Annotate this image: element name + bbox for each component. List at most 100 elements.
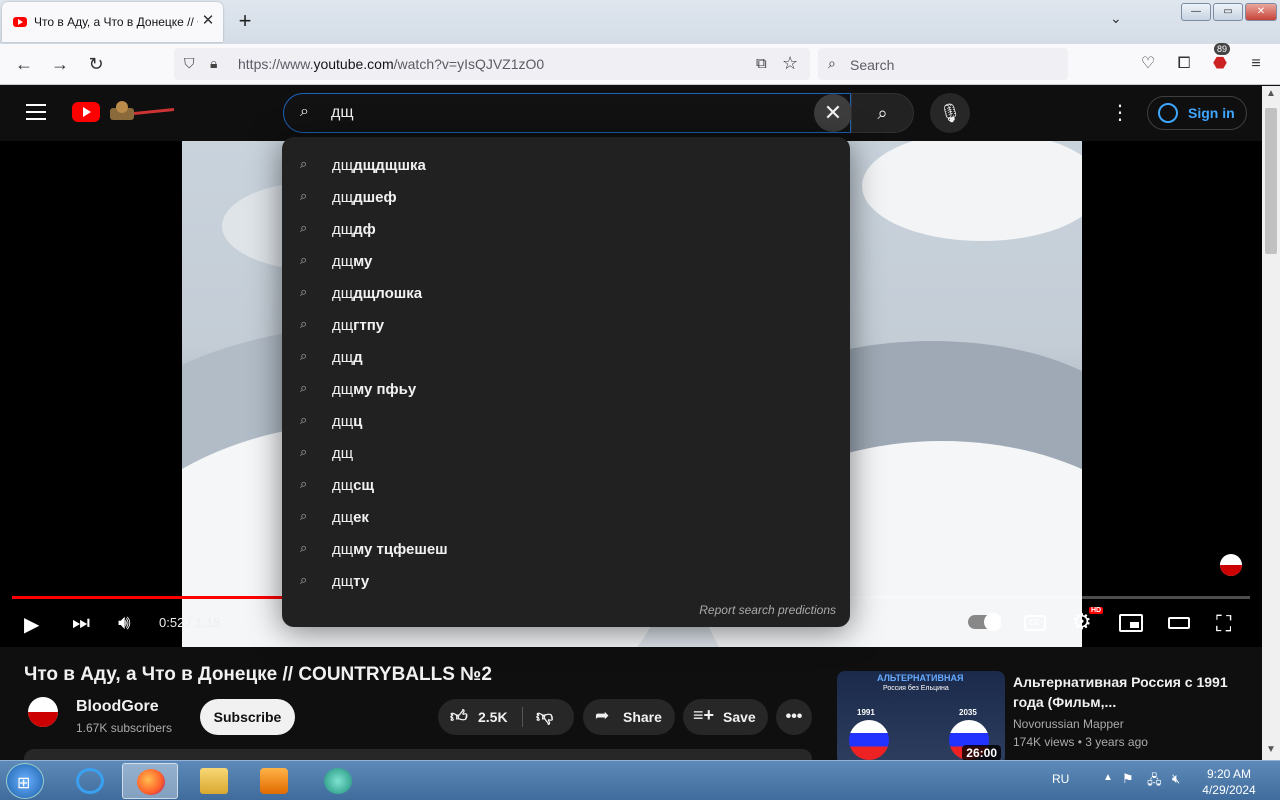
network-icon[interactable]: 🖧︎ — [1147, 771, 1162, 793]
scroll-up-arrow-icon[interactable]: ▲ — [1266, 88, 1276, 99]
share-button[interactable]: ➦ Share — [583, 699, 675, 735]
list-all-tabs-icon[interactable]: ⌄ — [1110, 10, 1122, 27]
channel-avatar[interactable] — [28, 697, 58, 727]
window-maximize-button[interactable]: ▭ — [1213, 3, 1243, 21]
voice-search-mic-icon[interactable]: 🎙︎ — [930, 93, 970, 133]
channel-watermark-icon[interactable] — [1220, 554, 1242, 576]
reload-icon[interactable]: ↻ — [85, 53, 107, 75]
url-text[interactable]: https://www.youtube.com/watch?v=yIsQJVZ1… — [238, 56, 544, 72]
search-suggestion-item[interactable]: ⌕ дщ — [282, 437, 850, 469]
description-box[interactable] — [24, 749, 812, 760]
volume-muted-icon[interactable]: 🔇︎ — [1172, 771, 1180, 787]
settings-more-icon[interactable]: ⋮ — [1110, 100, 1130, 125]
new-tab-button[interactable]: + — [234, 8, 256, 34]
search-suggestion-item[interactable]: ⌕ дщму пфьу — [282, 373, 850, 405]
search-box[interactable]: ⌕ дщ ✕ — [283, 93, 852, 133]
clock-time[interactable]: 9:20 AM — [1196, 767, 1262, 781]
recommended-video-thumbnail[interactable]: АЛЬТЕРНАТИВНАЯ Россия без Ельцина 1991 2… — [837, 671, 1005, 760]
address-bar[interactable]: ⛉ 🔒︎ https://www.youtube.com/watch?v=yIs… — [174, 48, 810, 80]
search-suggestion-item[interactable]: ⌕ дщсщ — [282, 469, 850, 501]
search-button[interactable]: ⌕ — [851, 93, 914, 133]
save-button[interactable]: ≡+ Save — [683, 699, 768, 735]
thumbs-up-icon[interactable]: 👍︎ — [450, 706, 468, 727]
window-minimize-button[interactable]: — — [1181, 3, 1211, 21]
play-icon[interactable]: ▶ — [24, 612, 39, 637]
next-video-icon[interactable]: ⏭︎ — [72, 612, 90, 635]
browser-search-bar[interactable]: ⌕ Search — [818, 48, 1068, 80]
subscribe-button[interactable]: Subscribe — [200, 699, 295, 735]
volume-icon[interactable]: 🔊︎ — [118, 612, 131, 635]
shield-icon[interactable]: ⛉ — [184, 55, 195, 72]
search-suggestion-item[interactable]: ⌕ дщдщдщшка — [282, 149, 850, 181]
report-search-predictions-link[interactable]: Report search predictions — [282, 603, 836, 617]
search-suggestion-item[interactable]: ⌕ дщд — [282, 341, 850, 373]
search-suggestion-item[interactable]: ⌕ дщдф — [282, 213, 850, 245]
suggestion-completion: гтпу — [353, 317, 385, 334]
suggestion-prefix: дщ — [332, 573, 354, 590]
scroll-down-arrow-icon[interactable]: ▼ — [1266, 744, 1276, 755]
thumbs-down-icon[interactable]: 👎︎ — [536, 706, 553, 727]
suggestion-text: дщдф — [332, 221, 376, 238]
like-count[interactable]: 2.5K — [478, 709, 508, 725]
recommended-video-title[interactable]: Альтернативная Россия с 1991 года (Фильм… — [1013, 672, 1233, 712]
channel-name[interactable]: BloodGore — [76, 698, 159, 716]
suggestion-prefix: дщ — [332, 157, 354, 174]
keyboard-language-indicator[interactable]: RU — [1052, 772, 1069, 786]
start-button[interactable]: ⊞ — [6, 763, 44, 799]
window-close-button[interactable]: ✕ — [1245, 3, 1277, 21]
forward-arrow-icon[interactable]: → — [49, 53, 71, 75]
search-suggestion-item[interactable]: ⌕ дщдшеф — [282, 181, 850, 213]
suggestion-text: дщдшеф — [332, 189, 397, 206]
taskbar-internet-explorer[interactable] — [62, 763, 118, 799]
theater-mode-icon[interactable] — [1168, 617, 1190, 629]
subtitles-cc-icon[interactable]: CC — [1024, 615, 1046, 631]
folder-icon — [200, 768, 228, 794]
search-input[interactable]: дщ — [331, 104, 354, 122]
youtube-logo-icon[interactable] — [72, 102, 100, 122]
recommended-video-channel[interactable]: Novorussian Mapper — [1013, 717, 1124, 731]
adblock-icon[interactable]: ⬣ — [1209, 53, 1231, 75]
youtube-doodle-icon[interactable] — [104, 100, 174, 124]
browser-tab-active[interactable]: Что в Аду, а Что в Донецке // COUNTRYBAL… — [2, 2, 223, 42]
star-icon[interactable]: ☆ — [782, 53, 798, 74]
tab-close-icon[interactable]: ✕ — [200, 11, 216, 29]
video-title: Что в Аду, а Что в Донецке // COUNTRYBAL… — [24, 664, 492, 685]
search-suggestion-item[interactable]: ⌕ дщту — [282, 565, 850, 597]
pip-icon[interactable]: ⧉ — [756, 55, 767, 72]
search-suggestion-item[interactable]: ⌕ дщц — [282, 405, 850, 437]
search-suggestion-item[interactable]: ⌕ дщму тцфешеш — [282, 533, 850, 565]
action-center-flag-icon[interactable]: ⚑ — [1122, 771, 1134, 787]
url-prefix: https://www. — [238, 56, 314, 72]
suggestion-search-icon: ⌕ — [300, 284, 308, 299]
hamburger-menu-icon[interactable]: ≡ — [1245, 53, 1267, 75]
fullscreen-icon[interactable]: ⛶ — [1216, 611, 1231, 637]
search-suggestion-item[interactable]: ⌕ дщгтпу — [282, 309, 850, 341]
taskbar-file-explorer[interactable] — [186, 763, 242, 799]
internet-explorer-icon — [76, 768, 104, 794]
clock-date[interactable]: 4/29/2024 — [1196, 783, 1262, 797]
search-suggestion-item[interactable]: ⌕ дщдщлошка — [282, 277, 850, 309]
back-arrow-icon[interactable]: ← — [13, 53, 35, 75]
more-actions-icon[interactable]: ••• — [776, 699, 812, 735]
page-scrollbar[interactable]: ▲ ▼ — [1262, 86, 1280, 760]
suggestion-prefix: дщ — [332, 253, 354, 270]
extensions-icon[interactable]: ⧠ — [1173, 53, 1195, 75]
search-suggestion-item[interactable]: ⌕ дщму — [282, 245, 850, 277]
scrollbar-thumb[interactable] — [1265, 108, 1277, 254]
guide-menu-icon[interactable] — [26, 104, 46, 125]
search-icon: ⌕ — [300, 103, 309, 120]
suggestion-search-icon: ⌕ — [300, 252, 308, 267]
taskbar-app[interactable] — [310, 763, 366, 799]
pocket-icon[interactable]: ♡ — [1137, 53, 1159, 75]
clear-search-button[interactable]: ✕ — [814, 94, 852, 132]
suggestion-text: дщгтпу — [332, 317, 384, 334]
autoplay-toggle[interactable] — [968, 613, 1002, 631]
lock-icon[interactable]: 🔒︎ — [210, 55, 217, 72]
sign-in-button[interactable]: Sign in — [1147, 96, 1247, 130]
miniplayer-icon[interactable] — [1119, 614, 1143, 632]
suggestion-prefix: дщ — [332, 541, 354, 558]
show-hidden-icons-icon[interactable]: ▲ — [1103, 772, 1113, 783]
search-suggestion-item[interactable]: ⌕ дщек — [282, 501, 850, 533]
taskbar-firefox[interactable] — [122, 763, 178, 799]
taskbar-media-player[interactable] — [246, 763, 302, 799]
